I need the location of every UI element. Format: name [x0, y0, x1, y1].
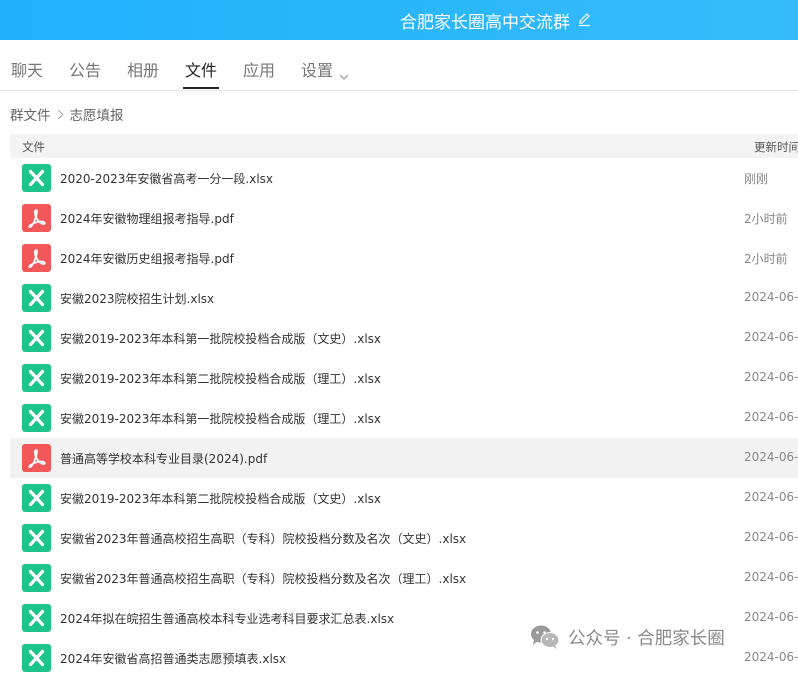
excel-file-icon	[22, 364, 51, 392]
file-updated-time: 刚刚	[744, 172, 769, 186]
file-list: 2020-2023年安徽省高考一分一段.xlsx 刚刚 2024年安徽物理组报考指导…	[10, 158, 798, 678]
file-name[interactable]: 安徽省2023年普通高校招生高职（专科）院校投档分数及名次（文史）.xlsx	[60, 530, 466, 547]
wechat-icon	[530, 624, 560, 650]
file-updated-time: 2024-06-1	[744, 410, 798, 424]
file-name[interactable]: 安徽2023院校招生计划.xlsx	[60, 290, 214, 307]
file-row[interactable]: 安徽2019-2023年本科第二批院校投档合成版（文史）.xlsx 2024-06…	[10, 478, 798, 518]
excel-file-icon	[22, 524, 51, 552]
tab-label: 应用	[243, 61, 276, 80]
excel-file-icon	[22, 164, 51, 192]
column-name[interactable]: 文件	[22, 139, 45, 155]
pdf-file-icon	[22, 444, 51, 472]
file-row[interactable]: 2020-2023年安徽省高考一分一段.xlsx 刚刚	[10, 158, 798, 198]
file-updated-time: 2024-06-1	[744, 370, 798, 384]
breadcrumb-root[interactable]: 群文件	[10, 108, 51, 124]
excel-file-icon	[22, 484, 51, 512]
group-title: 合肥家长圈高中交流群	[400, 13, 570, 33]
file-row[interactable]: 2024年安徽历史组报考指导.pdf 2小时前	[10, 238, 798, 278]
file-updated-time: 2024-06-1	[744, 450, 798, 464]
file-name[interactable]: 2020-2023年安徽省高考一分一段.xlsx	[60, 170, 273, 187]
file-name[interactable]: 2024年安徽物理组报考指导.pdf	[60, 210, 234, 227]
file-row[interactable]: 安徽2023院校招生计划.xlsx 2024-06-1	[10, 278, 798, 318]
file-name[interactable]: 2024年安徽历史组报考指导.pdf	[60, 250, 234, 267]
edit-icon[interactable]	[577, 12, 592, 27]
breadcrumb-current: 志愿填报	[69, 108, 124, 124]
breadcrumb: 群文件 志愿填报	[10, 104, 124, 124]
file-row[interactable]: 普通高等学校本科专业目录(2024).pdf 2024-06-1	[10, 438, 798, 478]
file-name[interactable]: 安徽2019-2023年本科第一批院校投档合成版（文史）.xlsx	[60, 330, 381, 347]
file-name[interactable]: 2024年拟在皖招生普通高校本科专业选考科目要求汇总表.xlsx	[60, 610, 394, 627]
file-updated-time: 2小时前	[744, 212, 788, 226]
file-name[interactable]: 安徽2019-2023年本科第一批院校投档合成版（理工）.xlsx	[60, 410, 381, 427]
tab-bar: 聊天 公告 相册 文件 应用 设置	[0, 40, 798, 91]
watermark-text: 公众号 · 合肥家长圈	[568, 629, 725, 649]
file-updated-time: 2024-06-1	[744, 610, 798, 624]
tab-files[interactable]: 文件	[182, 57, 220, 89]
file-name[interactable]: 安徽2019-2023年本科第二批院校投档合成版（理工）.xlsx	[60, 370, 381, 387]
excel-file-icon	[22, 324, 51, 352]
file-row[interactable]: 2024年安徽物理组报考指导.pdf 2小时前	[10, 198, 798, 238]
tab-apps[interactable]: 应用	[243, 57, 275, 89]
tab-settings[interactable]: 设置	[301, 57, 349, 89]
file-updated-time: 2024-06-1	[744, 290, 798, 304]
excel-file-icon	[22, 404, 51, 432]
file-name[interactable]: 普通高等学校本科专业目录(2024).pdf	[60, 450, 267, 467]
tab-label: 文件	[185, 61, 218, 80]
file-row[interactable]: 安徽2019-2023年本科第一批院校投档合成版（理工）.xlsx 2024-06…	[10, 398, 798, 438]
tab-chat[interactable]: 聊天	[11, 57, 43, 89]
pdf-file-icon	[22, 204, 51, 232]
column-time[interactable]: 更新时间	[754, 139, 798, 155]
tab-label: 公告	[69, 61, 102, 80]
file-name[interactable]: 安徽省2023年普通高校招生高职（专科）院校投档分数及名次（理工）.xlsx	[60, 570, 466, 587]
file-row[interactable]: 安徽2019-2023年本科第一批院校投档合成版（文史）.xlsx 2024-06…	[10, 318, 798, 358]
file-name[interactable]: 安徽2019-2023年本科第二批院校投档合成版（文史）.xlsx	[60, 490, 381, 507]
excel-file-icon	[22, 284, 51, 312]
file-updated-time: 2024-06-1	[744, 650, 798, 664]
tab-announcements[interactable]: 公告	[69, 57, 101, 89]
file-row[interactable]: 安徽省2023年普通高校招生高职（专科）院校投档分数及名次（理工）.xlsx 20…	[10, 558, 798, 598]
excel-file-icon	[22, 564, 51, 592]
file-updated-time: 2024-06-1	[744, 530, 798, 544]
chevron-down-icon	[339, 67, 349, 80]
tab-album[interactable]: 相册	[127, 57, 159, 89]
file-updated-time: 2小时前	[744, 252, 788, 266]
file-list-header: 文件 更新时间	[10, 134, 798, 158]
file-row[interactable]: 安徽2019-2023年本科第二批院校投档合成版（理工）.xlsx 2024-06…	[10, 358, 798, 398]
file-updated-time: 2024-06-1	[744, 330, 798, 344]
file-name[interactable]: 2024年安徽省高招普通类志愿预填表.xlsx	[60, 650, 286, 667]
tab-label: 设置	[301, 61, 334, 80]
title-bar: 合肥家长圈高中交流群	[0, 0, 798, 40]
tab-label: 相册	[127, 61, 160, 80]
file-row[interactable]: 安徽省2023年普通高校招生高职（专科）院校投档分数及名次（文史）.xlsx 20…	[10, 518, 798, 558]
tab-label: 聊天	[11, 61, 44, 80]
pdf-file-icon	[22, 244, 51, 272]
file-updated-time: 2024-06-1	[744, 570, 798, 584]
excel-file-icon	[22, 604, 51, 632]
chevron-right-icon	[57, 108, 64, 124]
file-updated-time: 2024-06-1	[744, 490, 798, 504]
